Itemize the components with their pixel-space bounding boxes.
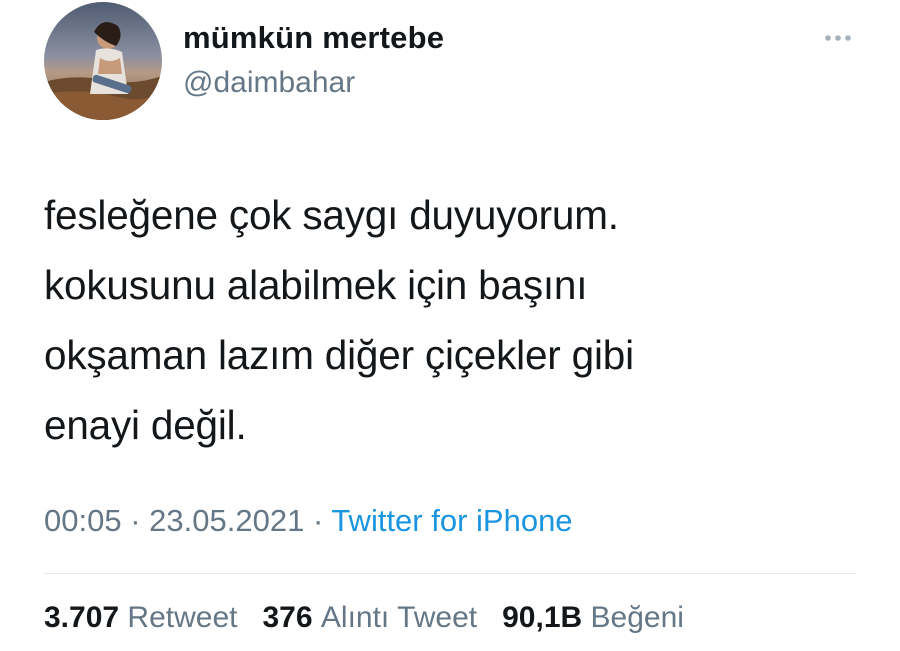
tweet-source-link[interactable]: Twitter for iPhone [331, 503, 572, 538]
tweet-text-line: kokusunu alabilmek için başını [44, 262, 588, 308]
likes-label: Beğeni [590, 601, 684, 634]
retweets-count: 3.707 [44, 601, 120, 634]
user-display-name[interactable]: mümkün mertebe [183, 20, 444, 56]
tweet-text-line: fesleğene çok saygı duyuyorum. [44, 192, 619, 238]
tweet-time[interactable]: 00:05 [44, 503, 122, 538]
retweets-stat[interactable]: 3.707 Retweet [44, 601, 237, 634]
retweets-label: Retweet [127, 601, 238, 634]
avatar[interactable] [44, 2, 162, 120]
meta-separator: · [130, 503, 141, 538]
meta-separator: · [312, 503, 324, 538]
tweet-date[interactable]: 23.05.2021 [149, 503, 304, 538]
likes-count: 90,1B [502, 601, 583, 634]
tweet-stats: 3.707 Retweet 376 Alıntı Tweet 90,1B Beğ… [44, 601, 684, 635]
quotes-stat[interactable]: 376 Alıntı Tweet [263, 601, 478, 634]
user-handle[interactable]: @daimbahar [183, 66, 355, 100]
quotes-count: 376 [262, 601, 313, 634]
likes-stat[interactable]: 90,1B Beğeni [502, 601, 684, 634]
tweet-text-line: okşaman lazım diğer çiçekler gibi [44, 332, 634, 378]
quotes-label: Alıntı Tweet [320, 601, 478, 634]
tweet-text-line: enayi değil. [44, 402, 247, 448]
avatar-image [44, 2, 162, 120]
divider [44, 573, 856, 574]
tweet-text: fesleğene çok saygı duyuyorum. kokusunu … [44, 180, 844, 460]
tweet-meta: 00:05 · 23.05.2021 · Twitter for iPhone [44, 503, 573, 539]
more-horizontal-icon[interactable] [820, 30, 856, 46]
